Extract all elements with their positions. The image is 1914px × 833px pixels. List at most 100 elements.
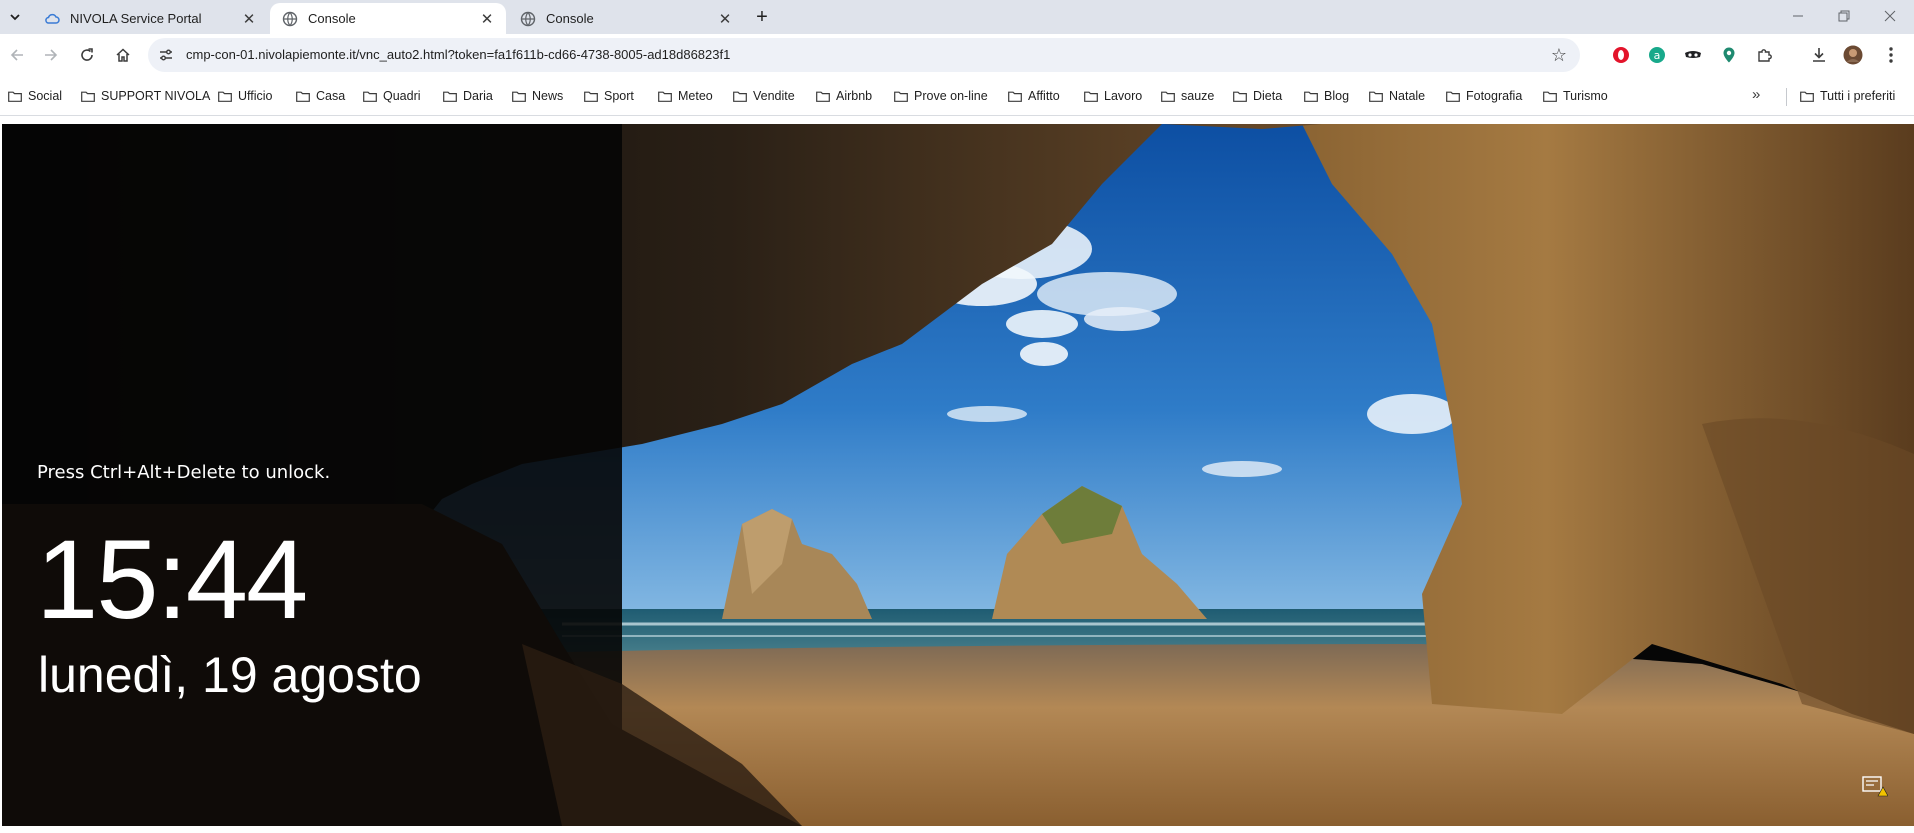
bookmark-label: Tutti i preferiti: [1820, 89, 1896, 103]
mask-extension-icon[interactable]: [1682, 44, 1704, 66]
bookmark-folder-meteo[interactable]: Meteo: [658, 87, 713, 105]
folder-icon: [584, 91, 598, 102]
minimize-icon[interactable]: [1776, 2, 1820, 30]
bookmark-folder-turismo[interactable]: Turismo: [1543, 87, 1608, 105]
restore-icon[interactable]: [1822, 2, 1866, 30]
bookmark-folder-daria[interactable]: Daria: [443, 87, 493, 105]
folder-icon: [443, 91, 457, 102]
folder-icon: [894, 91, 908, 102]
tab-nivola-portal[interactable]: NIVOLA Service Portal ✕: [32, 3, 268, 34]
cloud-icon: [44, 11, 60, 27]
bookmark-folder-natale[interactable]: Natale: [1369, 87, 1425, 105]
lockscreen-date: lunedì, 19 agosto: [38, 647, 422, 703]
bookmark-label: Airbnb: [836, 89, 873, 103]
bookmark-folder-lavoro[interactable]: Lavoro: [1084, 87, 1142, 105]
download-icon[interactable]: [1808, 44, 1830, 66]
bookmark-folder-fotografia[interactable]: Fotografia: [1446, 87, 1522, 105]
bookmark-folder-news[interactable]: News: [512, 87, 563, 105]
globe-icon: [282, 11, 298, 27]
folder-icon: [733, 91, 747, 102]
bookmark-folder-quadri[interactable]: Quadri: [363, 87, 421, 105]
bookmark-folder-prove-on-line[interactable]: Prove on-line: [894, 87, 988, 105]
bookmark-folder-vendite[interactable]: Vendite: [733, 87, 795, 105]
map-pin-extension-icon[interactable]: [1718, 44, 1740, 66]
bookmark-folder-sauze[interactable]: sauze: [1161, 87, 1214, 105]
tab-title: NIVOLA Service Portal: [70, 11, 202, 26]
bookmark-label: Social: [28, 89, 63, 103]
bookmark-label: Vendite: [753, 89, 795, 103]
bookmark-label: News: [532, 89, 564, 103]
bookmark-folder-affitto[interactable]: Affitto: [1008, 87, 1060, 105]
folder-icon: [816, 91, 830, 102]
close-icon[interactable]: ✕: [716, 10, 734, 28]
tab-title: Console: [308, 11, 356, 26]
bookmark-label: Meteo: [678, 89, 713, 103]
bookmark-label: Blog: [1324, 89, 1350, 103]
ease-of-access-icon[interactable]: [1862, 776, 1889, 798]
close-icon[interactable]: ✕: [240, 10, 258, 28]
bookmark-folder-social[interactable]: Social: [8, 87, 62, 105]
bookmark-folder-airbnb[interactable]: Airbnb: [816, 87, 872, 105]
bookmark-label: Daria: [463, 89, 493, 103]
tab-console[interactable]: Console ✕: [508, 3, 744, 34]
bookmark-label: Natale: [1389, 89, 1426, 103]
bookmark-label: Lavoro: [1104, 89, 1143, 103]
folder-icon: [296, 91, 310, 102]
opera-extension-icon[interactable]: [1610, 44, 1632, 66]
bookmark-label: sauze: [1181, 89, 1215, 103]
bookmark-label: Dieta: [1253, 89, 1283, 103]
all-bookmarks-folder[interactable]: Tutti i preferiti: [1800, 87, 1895, 105]
tab-strip: NIVOLA Service Portal ✕ Console ✕ Consol…: [0, 0, 1914, 34]
folder-icon: [1800, 91, 1814, 102]
folder-icon: [1304, 91, 1318, 102]
puzzle-extensions-icon[interactable]: [1754, 44, 1776, 66]
home-icon[interactable]: [110, 42, 136, 68]
tab-console-active[interactable]: Console ✕: [270, 3, 506, 34]
bookmark-label: Fotografia: [1466, 89, 1523, 103]
tab-search-chevron-icon[interactable]: [4, 6, 26, 28]
bookmark-folder-sport[interactable]: Sport: [584, 87, 634, 105]
bookmark-label: Prove on-line: [914, 89, 988, 103]
star-icon[interactable]: ☆: [1548, 44, 1570, 66]
tab-title: Console: [546, 11, 594, 26]
bookmark-label: Quadri: [383, 89, 421, 103]
folder-icon: [81, 91, 95, 102]
globe-icon: [520, 11, 536, 27]
folder-icon: [1233, 91, 1247, 102]
site-settings-tune-icon[interactable]: [158, 47, 174, 63]
folder-icon: [1161, 91, 1175, 102]
window-close-icon[interactable]: [1868, 2, 1912, 30]
bookmark-label: Affitto: [1028, 89, 1060, 103]
bookmark-folder-casa[interactable]: Casa: [296, 87, 345, 105]
bookmark-label: SUPPORT NIVOLA: [101, 89, 211, 103]
svg-text:a: a: [1654, 49, 1661, 62]
vnc-console-screen[interactable]: Press Ctrl+Alt+Delete to unlock. 15:44 l…: [2, 124, 1914, 826]
chevron-double-right-icon[interactable]: »: [1752, 86, 1760, 103]
kebab-menu-icon[interactable]: [1880, 44, 1902, 66]
new-tab-plus-icon[interactable]: +: [750, 5, 774, 29]
url-text: cmp-con-01.nivolapiemonte.it/vnc_auto2.h…: [186, 47, 731, 62]
folder-icon: [1084, 91, 1098, 102]
folder-icon: [512, 91, 526, 102]
avatar[interactable]: [1842, 44, 1864, 66]
arrow-right-icon[interactable]: [38, 42, 64, 68]
unlock-hint: Press Ctrl+Alt+Delete to unlock.: [37, 462, 331, 483]
bookmark-label: Ufficio: [238, 89, 273, 103]
a-extension-icon[interactable]: a: [1646, 44, 1668, 66]
bookmark-folder-support-nivola[interactable]: SUPPORT NIVOLA: [81, 87, 210, 105]
bookmark-folder-ufficio[interactable]: Ufficio: [218, 87, 273, 105]
folder-icon: [363, 91, 377, 102]
browser-toolbar: cmp-con-01.nivolapiemonte.it/vnc_auto2.h…: [0, 34, 1914, 76]
folder-icon: [218, 91, 232, 102]
bookmark-folder-blog[interactable]: Blog: [1304, 87, 1349, 105]
address-bar[interactable]: cmp-con-01.nivolapiemonte.it/vnc_auto2.h…: [148, 38, 1580, 72]
bookmark-label: Casa: [316, 89, 346, 103]
arrow-left-icon[interactable]: [4, 42, 30, 68]
folder-icon: [8, 91, 22, 102]
reload-icon[interactable]: [74, 42, 100, 68]
lockscreen-clock: 15:44: [36, 517, 308, 642]
bookmark-folder-dieta[interactable]: Dieta: [1233, 87, 1282, 105]
bookmark-label: Turismo: [1563, 89, 1608, 103]
folder-icon: [1543, 91, 1557, 102]
close-icon[interactable]: ✕: [478, 10, 496, 28]
